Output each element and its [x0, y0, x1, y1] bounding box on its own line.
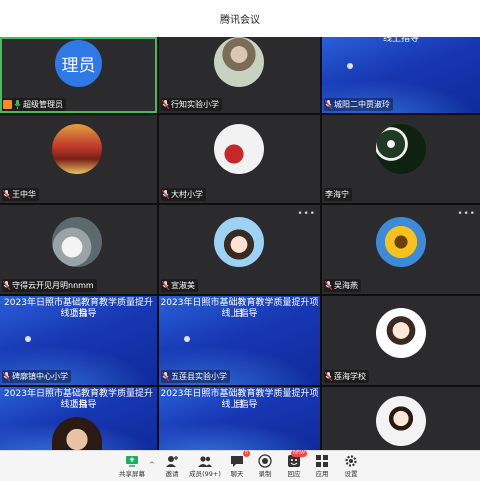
video-tile[interactable]: 2023年日照市基础教育教学质量提升项目 线上指导 — [0, 387, 157, 450]
chat-icon: 8 — [230, 450, 250, 467]
mic-off-icon — [3, 372, 10, 381]
mic-off-icon — [325, 372, 332, 381]
avatar — [52, 124, 102, 174]
participant-label: 五莲县实验小学 — [161, 370, 230, 383]
window-title: 腾讯会议 — [220, 15, 260, 26]
record-icon — [258, 453, 272, 468]
participant-name: 大村小学 — [171, 190, 203, 199]
slide-title-line2: 线上指导 — [221, 400, 258, 410]
avatar: 理员 — [55, 40, 102, 87]
participant-label: 行知实验小学 — [161, 98, 222, 111]
mic-off-icon — [325, 281, 332, 290]
video-tile[interactable]: • • • 吴海燕 — [322, 205, 480, 294]
video-tile[interactable]: 王中华 — [0, 115, 157, 203]
slide-title-line2: 线上指导 — [60, 309, 97, 319]
gear-icon — [344, 453, 358, 467]
reaction-icon: NEW — [287, 450, 307, 467]
avatar-text: 理员 — [61, 56, 96, 76]
avatar — [376, 124, 426, 174]
mic-off-icon — [325, 100, 332, 109]
participant-label: 超级管理员 — [2, 98, 66, 111]
title-bar: 腾讯会议 — [0, 0, 480, 37]
members-icon — [198, 453, 212, 467]
slide-title-line2: 线上指导 — [60, 400, 97, 410]
avatar — [376, 217, 426, 267]
participant-label: 王中华 — [2, 188, 39, 201]
invite-icon — [165, 453, 179, 467]
video-tile[interactable]: 行知实验小学 — [159, 37, 320, 113]
participant-label: 宣淑美 — [161, 279, 198, 292]
avatar — [52, 217, 102, 267]
video-tile[interactable]: 2023年日照市基础教育教学质量提升项目 线上指导 碑廓镇中心小学 — [0, 296, 157, 385]
share-screen-button[interactable]: 共享屏幕 — [110, 453, 154, 478]
video-tile[interactable] — [322, 387, 480, 450]
participant-name: 碑廓镇中心小学 — [12, 372, 68, 381]
video-tile[interactable]: 大村小学 — [159, 115, 320, 203]
participant-label: 城阳二中贾淑玲 — [324, 98, 393, 111]
participant-label: 李海宁 — [324, 188, 352, 201]
slide-title: 线上指导 — [382, 37, 419, 44]
video-grid: 理员 超级管理员 行知实验小学 线上指导 城阳二中贾淑玲 王中华 大村小学 李海… — [0, 37, 480, 450]
video-tile[interactable]: 莲海学校 — [322, 296, 480, 385]
participant-name: 莲海学校 — [334, 372, 366, 381]
participant-name: 李海宁 — [325, 190, 349, 199]
video-tile[interactable]: 2023年日照市基础教育教学质量提升项目 线上指导 五莲县实验小学 — [159, 296, 320, 385]
video-tile[interactable]: 李海宁 — [322, 115, 480, 203]
mic-on-icon — [14, 100, 21, 109]
avatar — [376, 396, 426, 446]
participant-name: 五莲县实验小学 — [171, 372, 227, 381]
mic-off-icon — [162, 372, 169, 381]
meeting-toolbar: 共享屏幕 ^ 邀请 成员(99+) 8 聊天 录制 NEW 回应 应用 设置 — [0, 450, 480, 481]
apps-label: 应用 — [315, 470, 329, 478]
more-options-icon[interactable]: • • • — [457, 209, 475, 219]
avatar — [376, 308, 426, 358]
mic-off-icon — [162, 190, 169, 199]
participant-name: 行知实验小学 — [171, 100, 219, 109]
participant-name: 超级管理员 — [23, 100, 63, 109]
invite-label: 邀请 — [165, 470, 179, 478]
avatar — [214, 217, 264, 267]
participant-name: 吴海燕 — [334, 281, 358, 290]
reaction-label: 回应 — [287, 470, 301, 478]
avatar — [214, 37, 264, 87]
video-tile[interactable]: 2023年日照市基础教育教学质量提升项目 线上指导 — [159, 387, 320, 450]
share-screen-label: 共享屏幕 — [119, 470, 145, 478]
participant-name: 城阳二中贾淑玲 — [334, 100, 390, 109]
video-tile-admin[interactable]: 理员 超级管理员 — [0, 37, 157, 113]
mic-off-icon — [162, 100, 169, 109]
video-tile[interactable]: 线上指导 城阳二中贾淑玲 — [322, 37, 480, 113]
more-options-icon[interactable]: • • • — [297, 209, 315, 219]
settings-label: 设置 — [344, 470, 358, 478]
participant-label: 莲海学校 — [324, 370, 369, 383]
participant-label: 碑廓镇中心小学 — [2, 370, 71, 383]
participant-name: 宣淑美 — [171, 281, 195, 290]
host-icon — [3, 100, 12, 109]
participant-label: 守得云开见月明nnmm — [2, 279, 97, 292]
mic-off-icon — [3, 190, 10, 199]
mic-off-icon — [3, 281, 10, 290]
share-screen-icon — [125, 453, 139, 467]
record-label: 录制 — [258, 470, 272, 478]
participant-name: 守得云开见月明nnmm — [12, 281, 94, 290]
participant-label: 吴海燕 — [324, 279, 361, 292]
avatar — [214, 124, 264, 174]
chat-label: 聊天 — [230, 470, 244, 478]
video-tile[interactable]: • • • 宣淑美 — [159, 205, 320, 294]
shared-slide: 2023年日照市基础教育教学质量提升项目 线上指导 — [159, 387, 320, 450]
settings-button[interactable]: 设置 — [329, 453, 373, 478]
participant-label: 大村小学 — [161, 188, 206, 201]
mic-off-icon — [162, 281, 169, 290]
participant-name: 王中华 — [12, 190, 36, 199]
video-tile[interactable]: 守得云开见月明nnmm — [0, 205, 157, 294]
slide-title-line2: 线上指导 — [221, 309, 258, 319]
apps-icon — [315, 453, 329, 467]
